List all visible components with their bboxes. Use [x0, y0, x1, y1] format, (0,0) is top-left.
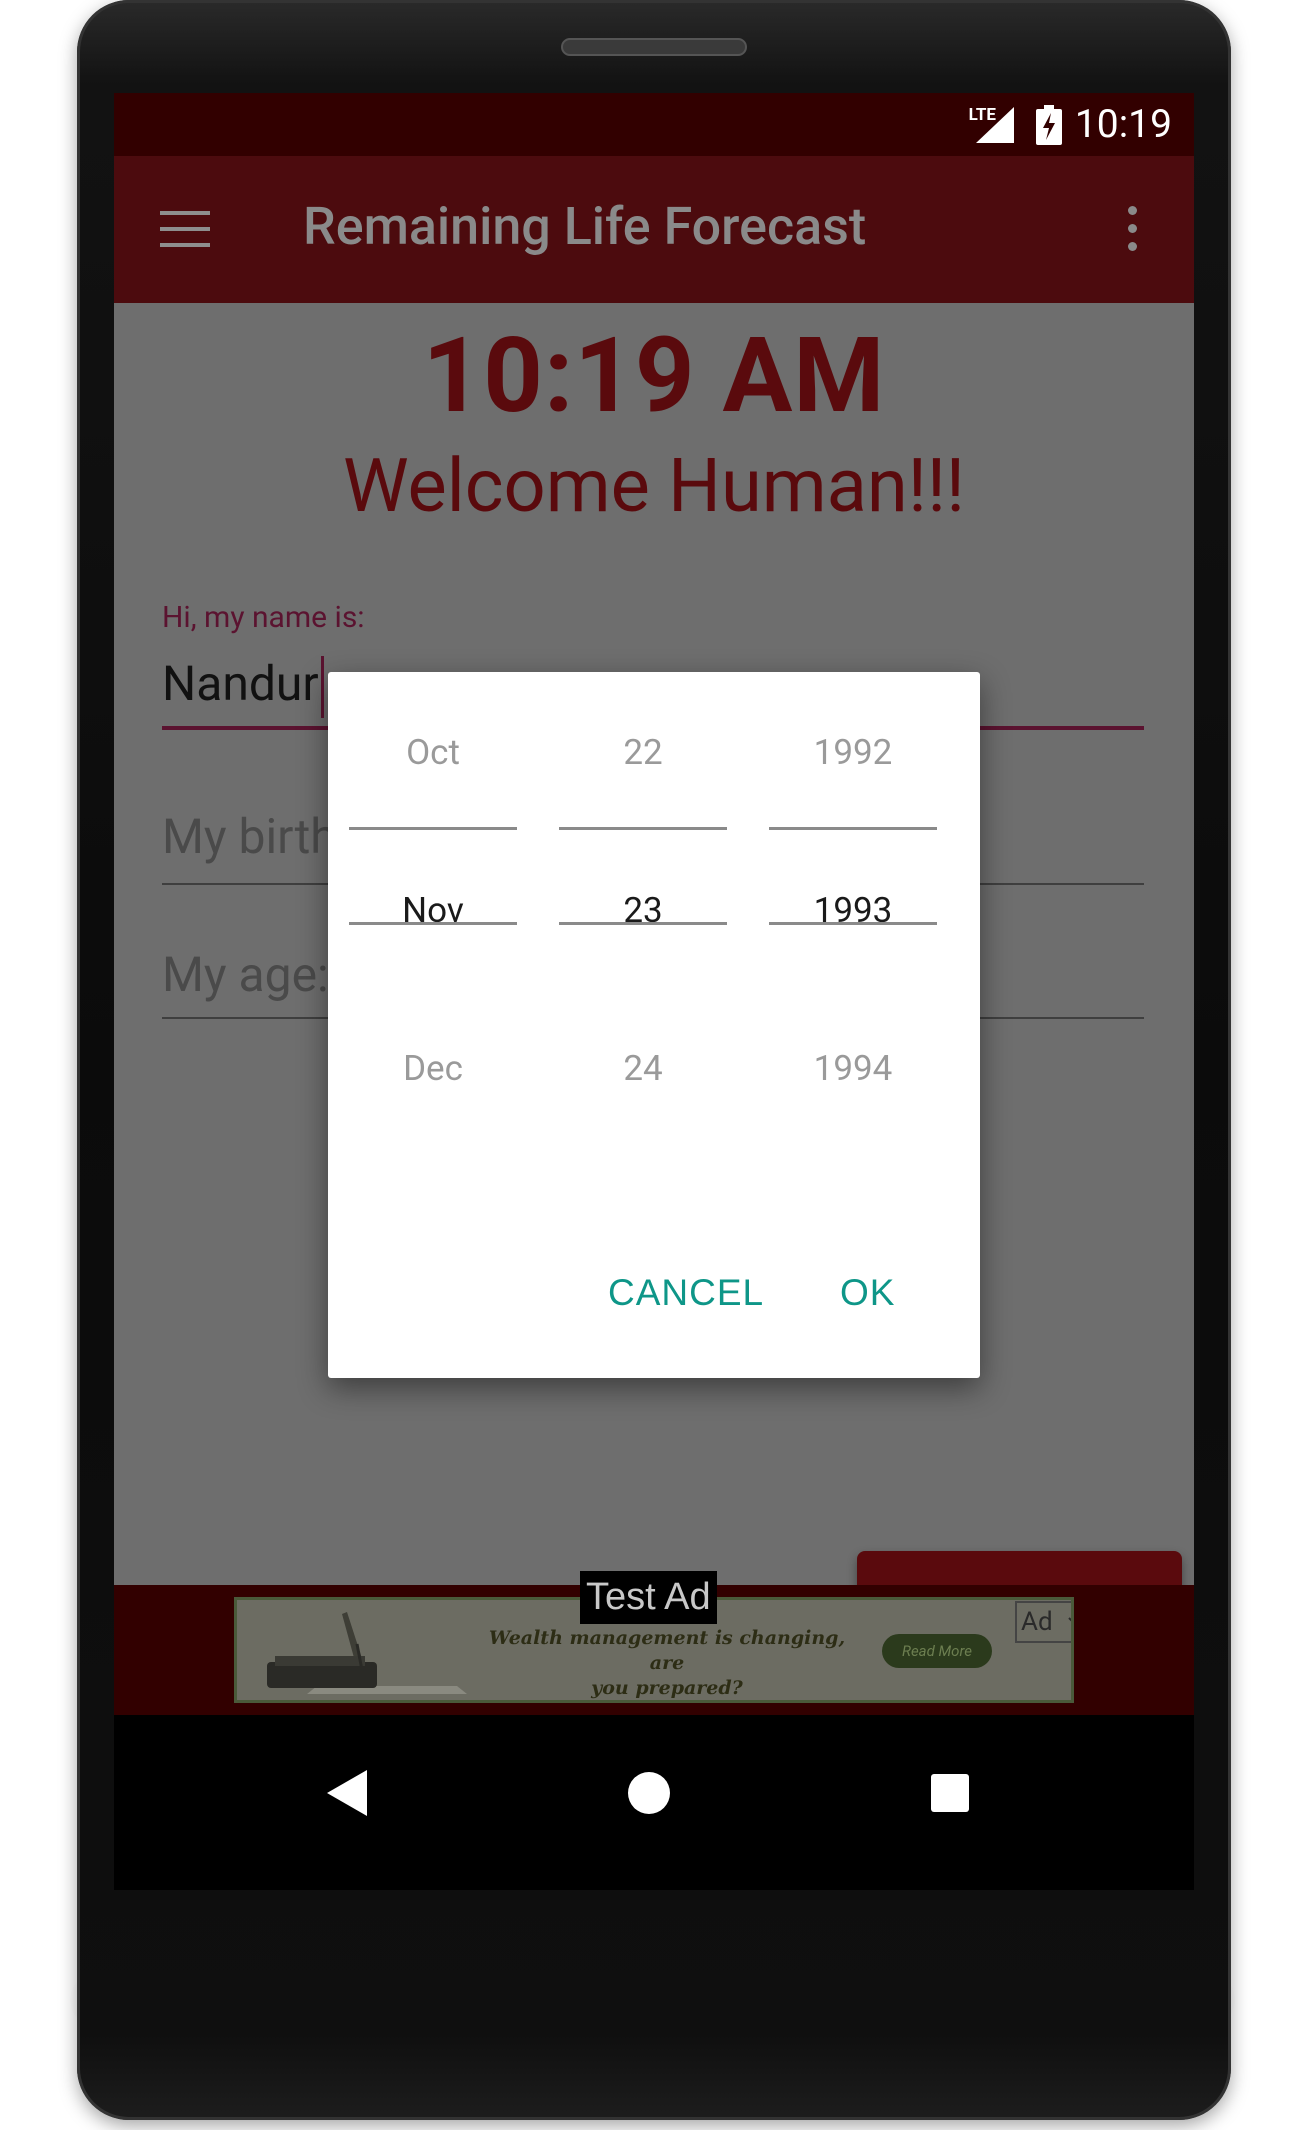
back-icon[interactable]	[327, 1770, 367, 1816]
recents-icon[interactable]	[931, 1774, 969, 1812]
phone-frame: LTE 10:19 Remaining Life Forecast 10:19 …	[77, 0, 1231, 2120]
ad-badge-label: Ad	[1021, 1607, 1053, 1637]
birthday-field[interactable]: My birth	[162, 808, 337, 865]
year-divider-top	[769, 827, 937, 830]
month-next[interactable]: Dec	[349, 1048, 517, 1089]
day-picker[interactable]: 22 23 24	[559, 672, 727, 1172]
screen: LTE 10:19 Remaining Life Forecast 10:19 …	[114, 93, 1194, 1890]
age-field[interactable]: My age:	[162, 946, 329, 1003]
day-prev[interactable]: 22	[559, 732, 727, 773]
ad-choices-badge[interactable]: Ad	[1015, 1601, 1071, 1643]
status-time: 10:19	[1074, 101, 1172, 147]
speaker-grille	[561, 38, 747, 56]
app-bar: Remaining Life Forecast	[114, 156, 1194, 303]
welcome-text: Welcome Human!!!	[342, 443, 966, 530]
month-divider-bottom	[349, 922, 517, 925]
name-field-label: Hi, my name is:	[162, 600, 365, 635]
year-divider-bottom	[769, 922, 937, 925]
chevron-down-icon	[1068, 1617, 1071, 1622]
ad-headline-line1: Wealth management is changing, are	[488, 1627, 846, 1674]
year-prev[interactable]: 1992	[769, 732, 937, 773]
test-ad-label: Test Ad	[580, 1571, 717, 1624]
navigation-bar	[114, 1715, 1194, 1890]
hamburger-menu-icon[interactable]	[160, 211, 210, 249]
cancel-button[interactable]: CANCEL	[608, 1272, 764, 1314]
battery-charging-icon	[1036, 105, 1062, 145]
year-picker[interactable]: 1992 1993 1994	[769, 672, 937, 1172]
day-divider-top	[559, 827, 727, 830]
day-divider-bottom	[559, 922, 727, 925]
month-picker[interactable]: Oct Nov Dec	[349, 672, 517, 1172]
day-next[interactable]: 24	[559, 1048, 727, 1089]
month-prev[interactable]: Oct	[349, 732, 517, 773]
name-field[interactable]: Nandur	[162, 655, 324, 719]
laptop-typewriter-image	[267, 1612, 467, 1694]
month-divider-top	[349, 827, 517, 830]
name-field-value: Nandur	[162, 655, 319, 712]
year-next[interactable]: 1994	[769, 1048, 937, 1089]
ad-headline: Wealth management is changing, are you p…	[477, 1626, 857, 1700]
date-picker-dialog: Oct Nov Dec 22 23 24 1992 1993 1994 CANC…	[328, 672, 980, 1378]
ad-read-more-button[interactable]: Read More	[882, 1634, 992, 1668]
signal-icon	[976, 107, 1014, 143]
home-icon[interactable]	[628, 1772, 670, 1814]
app-title: Remaining Life Forecast	[303, 196, 867, 257]
clock-display: 10:19 AM	[422, 316, 886, 437]
status-bar: LTE 10:19	[114, 93, 1194, 156]
ok-button[interactable]: OK	[840, 1272, 895, 1314]
text-caret	[320, 656, 324, 719]
ad-headline-line2: you prepared?	[591, 1677, 743, 1699]
overflow-menu-icon[interactable]	[1126, 206, 1138, 254]
